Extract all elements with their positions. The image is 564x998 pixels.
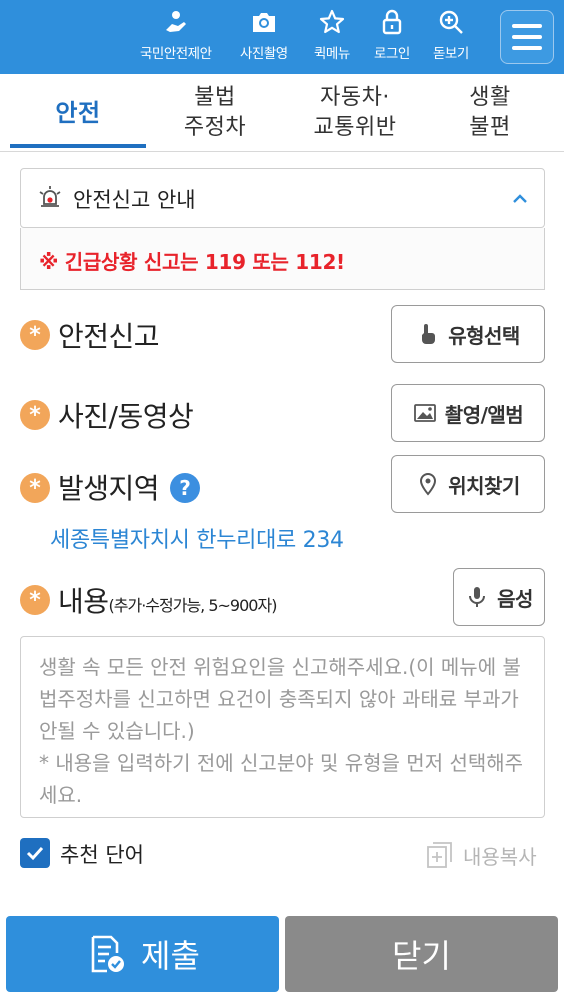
emergency-text: ※ 긴급상황 신고는 119 또는 112! bbox=[39, 250, 345, 274]
close-label: 닫기 bbox=[392, 937, 451, 975]
hamburger-line bbox=[512, 35, 542, 39]
recommend-words-label: 추천 단어 bbox=[60, 843, 144, 867]
voice-input-button[interactable]: 음성 bbox=[453, 568, 545, 626]
capture-album-button[interactable]: 촬영/앨범 bbox=[391, 384, 545, 442]
document-check-icon bbox=[91, 935, 125, 973]
login-label: 로그인 bbox=[374, 46, 410, 62]
microphone-icon bbox=[469, 587, 486, 607]
media-label: 사진/동영상 bbox=[58, 400, 194, 433]
alarm-bell-icon bbox=[39, 186, 61, 207]
recommend-words-checkbox[interactable] bbox=[20, 838, 50, 868]
lock-icon bbox=[382, 9, 402, 35]
quick-menu-label: 퀵메뉴 bbox=[314, 46, 350, 62]
report-content-input[interactable] bbox=[20, 636, 545, 818]
login-button[interactable]: 로그인 bbox=[374, 8, 410, 68]
magnifier-label: 돋보기 bbox=[433, 46, 469, 62]
touch-hand-icon bbox=[422, 324, 436, 344]
quick-menu-button[interactable]: 퀵메뉴 bbox=[314, 8, 350, 68]
safety-report-notice-toggle[interactable]: 안전신고 안내 bbox=[20, 168, 545, 228]
top-bar: 국민안전제안 사진촬영 퀵메뉴 로그인 돋보기 bbox=[0, 0, 564, 74]
notice-title: 안전신고 안내 bbox=[73, 188, 196, 212]
hamburger-menu-button[interactable] bbox=[500, 10, 554, 64]
photo-capture-button[interactable]: 사진촬영 bbox=[240, 8, 288, 68]
voice-input-label: 음성 bbox=[497, 586, 533, 611]
submit-label: 제출 bbox=[141, 937, 200, 975]
photo-capture-label: 사진촬영 bbox=[240, 46, 288, 62]
category-tabs: 안전 불법 주정차 자동차· 교통위반 생활 불편 bbox=[0, 74, 564, 152]
required-mark: * bbox=[20, 400, 50, 430]
copy-content-label: 내용복사 bbox=[463, 844, 537, 869]
chevron-up-icon bbox=[513, 194, 527, 203]
safety-report-label: 안전신고 bbox=[58, 320, 160, 353]
hamburger-line bbox=[512, 46, 542, 50]
magnifier-button[interactable]: 돋보기 bbox=[433, 8, 469, 68]
required-mark: * bbox=[20, 473, 50, 503]
location-address: 세종특별자치시 한누리대로 234 bbox=[50, 528, 344, 553]
camera-icon bbox=[252, 13, 275, 32]
content-label: 내용 bbox=[58, 585, 109, 618]
copy-plus-icon bbox=[427, 842, 452, 868]
magnifier-plus-icon bbox=[439, 10, 463, 34]
close-button[interactable]: 닫기 bbox=[285, 916, 558, 992]
tab-safety[interactable]: 안전 bbox=[10, 74, 146, 152]
submit-button[interactable]: 제출 bbox=[6, 916, 279, 992]
location-pin-icon bbox=[420, 473, 437, 496]
active-tab-indicator bbox=[10, 144, 146, 148]
copy-content-button[interactable]: 내용복사 bbox=[425, 840, 537, 870]
safety-proposal-button[interactable]: 국민안전제안 bbox=[140, 8, 212, 68]
content-label-group: 내용(추가·수정가능, 5~900자) bbox=[58, 580, 278, 620]
checkmark-icon bbox=[26, 846, 44, 861]
hand-heart-icon bbox=[165, 11, 186, 32]
required-mark: * bbox=[20, 585, 50, 615]
find-location-label: 위치찾기 bbox=[448, 473, 520, 498]
tab-living-inconvenience[interactable]: 생활 불편 bbox=[430, 74, 550, 152]
tab-illegal-parking[interactable]: 불법 주정차 bbox=[150, 74, 280, 152]
tab-traffic-violation[interactable]: 자동차· 교통위반 bbox=[285, 74, 425, 152]
image-icon bbox=[413, 404, 436, 422]
region-label: 발생지역 bbox=[58, 472, 160, 505]
find-location-button[interactable]: 위치찾기 bbox=[391, 455, 545, 513]
required-mark: * bbox=[20, 320, 50, 350]
select-type-button[interactable]: 유형선택 bbox=[391, 305, 545, 363]
content-length-hint: (추가·수정가능, 5~900자) bbox=[108, 596, 278, 615]
select-type-label: 유형선택 bbox=[448, 323, 520, 348]
star-icon bbox=[319, 9, 344, 34]
capture-album-label: 촬영/앨범 bbox=[444, 402, 524, 427]
region-help-button[interactable]: ? bbox=[170, 473, 200, 503]
safety-proposal-label: 국민안전제안 bbox=[140, 46, 212, 62]
emergency-notice: ※ 긴급상황 신고는 119 또는 112! bbox=[20, 228, 545, 290]
hamburger-icon bbox=[512, 24, 542, 28]
